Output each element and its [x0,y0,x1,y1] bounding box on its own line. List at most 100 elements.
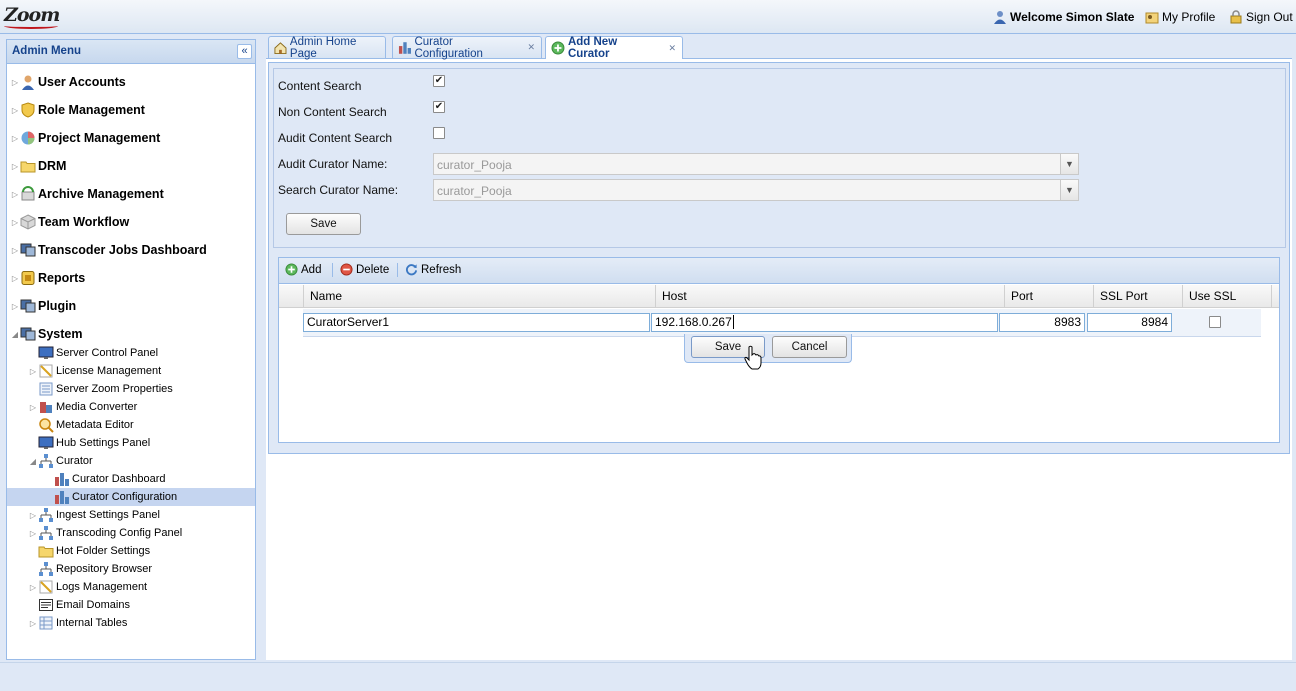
expand-arrow-icon[interactable]: ▷ [10,190,20,199]
audit-curator-name-label: Audit Curator Name: [278,157,388,171]
sidebar-subitem-hub-settings-panel[interactable]: Hub Settings Panel [28,434,150,452]
chevron-down-icon[interactable]: ▼ [1060,180,1078,200]
expand-arrow-icon[interactable]: ▷ [28,619,38,628]
sidebar-subitem-hot-folder-settings[interactable]: Hot Folder Settings [28,542,150,560]
sidebar-subitem-curator-dashboard[interactable]: Curator Dashboard [44,470,166,488]
sidebar-item-team-workflow[interactable]: ▷ Team Workflow [10,213,129,231]
metadata-icon [38,417,54,433]
sidebar-subitem-transcoding-config-panel[interactable]: ▷ Transcoding Config Panel [28,524,182,542]
sign-out-link[interactable]: Sign Out [1229,9,1293,25]
network-icon [38,525,54,541]
audit-content-search-label: Audit Content Search [278,131,393,145]
expand-arrow-icon[interactable]: ▷ [10,274,20,283]
grid-refresh-button[interactable]: Refresh [405,263,461,276]
expand-arrow-icon[interactable]: ▷ [10,246,20,255]
tab-add-new-curator[interactable]: Add New Curator ✕ [545,36,683,60]
expand-arrow-icon[interactable]: ▷ [28,529,38,538]
sidebar-subitem-server-zoom-properties[interactable]: Server Zoom Properties [28,380,173,398]
column-header-name[interactable]: Name [304,285,656,308]
sidebar-item-drm[interactable]: ▷ DRM [10,157,67,175]
port-cell-input[interactable]: 8983 [999,313,1085,332]
expand-arrow-icon[interactable]: ▷ [10,106,20,115]
column-header-use-ssl[interactable]: Use SSL [1183,285,1272,308]
sign-out-label: Sign Out [1246,10,1293,24]
tab-curator-configuration[interactable]: Curator Configuration ✕ [392,36,542,60]
expand-arrow-icon[interactable]: ▷ [10,218,20,227]
sidebar-subitem-metadata-editor[interactable]: Metadata Editor [28,416,134,434]
ssl-port-cell-input[interactable]: 8984 [1087,313,1172,332]
sidebar-item-plugin[interactable]: ▷ Plugin [10,297,76,315]
sidebar-subitem-curator[interactable]: ◢ Curator [28,452,93,470]
search-curator-name-select[interactable]: curator_Pooja ▼ [433,179,1079,201]
sidebar-item-role-management[interactable]: ▷ Role Management [10,101,145,119]
use-ssl-checkbox[interactable] [1209,316,1221,328]
sidebar-item-reports[interactable]: ▷ Reports [10,269,85,287]
sidebar-item-label: Team Workflow [38,215,130,229]
audit-content-search-checkbox[interactable] [433,127,445,139]
sidebar-subitem-label: Email Domains [56,599,130,611]
sidebar-subitem-server-control-panel[interactable]: Server Control Panel [28,344,158,362]
my-profile-link[interactable]: My Profile [1145,9,1215,25]
search-curator-name-value: curator_Pooja [437,184,512,198]
expand-arrow-icon[interactable]: ▷ [28,367,38,376]
expand-arrow-icon[interactable]: ▷ [10,78,20,87]
expand-arrow-icon[interactable]: ▷ [10,162,20,171]
host-cell-value: 192.168.0.267 [655,315,732,329]
folder-icon [20,158,36,174]
sidebar-item-user-accounts[interactable]: ▷ User Accounts [10,73,126,91]
grid-add-button[interactable]: Add [285,263,321,276]
expand-arrow-icon[interactable]: ▷ [10,302,20,311]
host-cell-input[interactable]: 192.168.0.267 [651,313,998,332]
table-icon [38,615,54,631]
sidebar-subitem-label: Curator [56,455,93,467]
form-save-button[interactable]: Save [286,213,361,235]
content-search-checkbox[interactable]: ✔ [433,75,445,87]
sidebar-item-project-management[interactable]: ▷ Project Management [10,129,160,147]
sidebar-subitem-logs-management[interactable]: ▷ Logs Management [28,578,147,596]
name-cell-input[interactable]: CuratorServer1 [303,313,650,332]
sidebar-subitem-media-converter[interactable]: ▷ Media Converter [28,398,137,416]
tab-admin-home-page[interactable]: Admin Home Page [268,36,386,60]
delete-icon [340,263,353,276]
sidebar-subitem-label: Hub Settings Panel [56,437,151,449]
welcome-text: Welcome Simon Slate [1010,10,1135,24]
close-icon[interactable]: ✕ [527,42,535,53]
sidebar-item-archive-management[interactable]: ▷ Archive Management [10,185,164,203]
sidebar-subitem-ingest-settings-panel[interactable]: ▷ Ingest Settings Panel [28,506,160,524]
license-icon [38,363,54,379]
collapse-arrow-icon[interactable]: ◢ [28,457,38,466]
sidebar-subitem-internal-tables[interactable]: ▷ Internal Tables [28,614,127,632]
sidebar-item-transcoder-jobs-dashboard[interactable]: ▷ Transcoder Jobs Dashboard [10,241,207,259]
grid-delete-button[interactable]: Delete [340,263,389,276]
status-bar [0,662,1296,691]
close-icon[interactable]: ✕ [668,43,676,54]
expand-arrow-icon[interactable]: ▷ [28,403,38,412]
hand-cursor-icon [744,345,762,370]
expand-arrow-icon[interactable]: ▷ [28,583,38,592]
non-content-search-checkbox[interactable]: ✔ [433,101,445,113]
column-header-host[interactable]: Host [656,285,1005,308]
bar-chart-icon [54,471,70,487]
cube-icon [20,214,36,230]
collapse-sidebar-button[interactable]: « [237,44,252,59]
monitor-icon [20,326,36,342]
chevron-down-icon[interactable]: ▼ [1060,154,1078,174]
row-cancel-button[interactable]: Cancel [772,336,847,358]
column-header-port[interactable]: Port [1005,285,1094,308]
collapse-arrow-icon[interactable]: ◢ [10,330,20,339]
sidebar-subitem-curator-configuration[interactable]: Curator Configuration [7,488,255,506]
column-header-ssl-port[interactable]: SSL Port [1094,285,1183,308]
expand-arrow-icon[interactable]: ▷ [10,134,20,143]
screen-icon [38,345,54,361]
lock-icon [1230,10,1242,24]
audit-curator-name-select[interactable]: curator_Pooja ▼ [433,153,1079,175]
refresh-label: Refresh [421,263,462,276]
sidebar-item-label: Archive Management [38,187,164,201]
sidebar-item-system[interactable]: ◢ System [10,325,83,343]
expand-arrow-icon[interactable]: ▷ [28,511,38,520]
sidebar-item-label: User Accounts [38,75,126,89]
sidebar-subitem-email-domains[interactable]: Email Domains [28,596,130,614]
sidebar-subitem-license-management[interactable]: ▷ License Management [28,362,161,380]
sidebar-subitem-repository-browser[interactable]: Repository Browser [28,560,152,578]
network-icon [38,561,54,577]
